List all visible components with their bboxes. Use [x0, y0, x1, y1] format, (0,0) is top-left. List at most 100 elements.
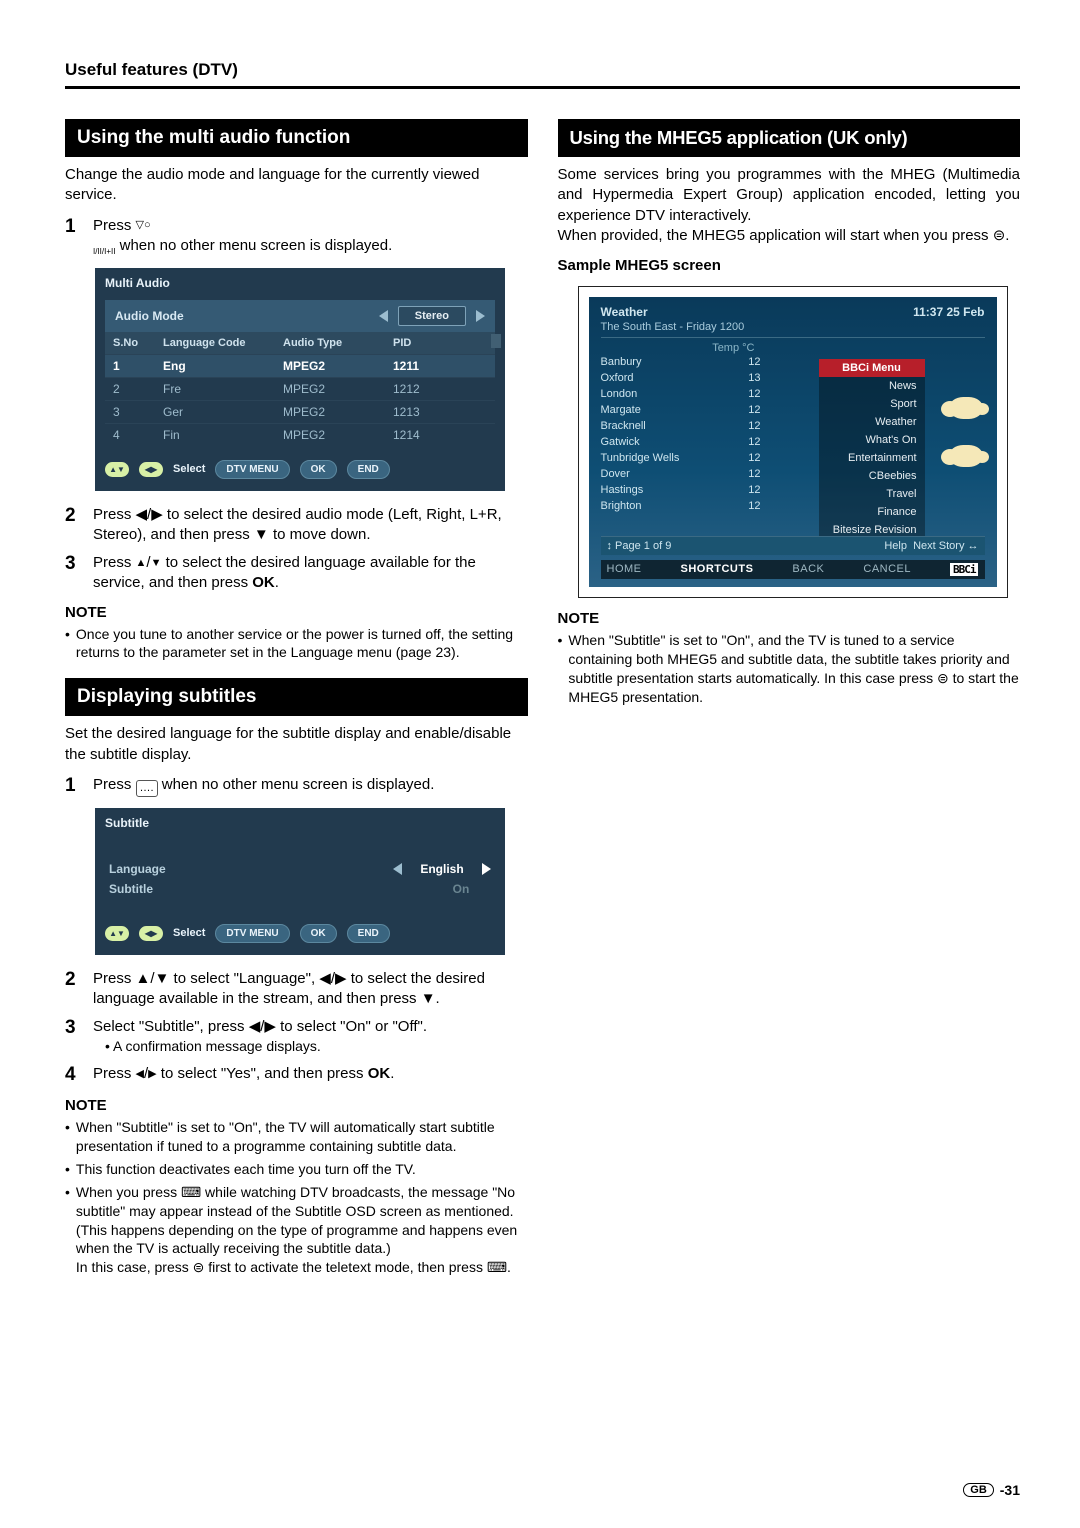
mheg-intro: Some services bring you programmes with … — [558, 165, 1021, 246]
section-mheg-heading: Using the MHEG5 application (UK only) — [558, 119, 1021, 157]
subtitle-value: On — [431, 882, 491, 896]
weather-icons — [949, 397, 983, 467]
col-pid: PID — [393, 337, 473, 349]
note-heading: NOTE — [65, 604, 528, 621]
scroll-indicator-icon — [491, 334, 501, 348]
note-item: When you press ⌨ while watching DTV broa… — [76, 1183, 528, 1277]
next-story[interactable]: Next Story ↔ — [913, 540, 978, 552]
cell: 4 — [113, 428, 163, 442]
list-item[interactable]: Travel — [819, 485, 925, 503]
end-button[interactable]: END — [347, 460, 390, 479]
audio-mode-icon-label: I/II/I+II — [93, 247, 115, 256]
mheg-sample-frame: Weather 11:37 25 Feb The South East - Fr… — [578, 286, 1008, 598]
page-header: Useful features (DTV) — [65, 60, 1020, 80]
mheg-col-hdr: Temp °C — [601, 342, 761, 354]
cancel-button[interactable]: CANCEL — [863, 563, 911, 576]
cloud-icon — [949, 445, 983, 467]
list-item[interactable]: Weather — [819, 413, 925, 431]
subtitle-panel: Subtitle Language English Subtitle On — [95, 808, 505, 955]
step-sub: A confirmation message displays. — [113, 1038, 321, 1054]
mheg-menu-header: BBCi Menu — [819, 359, 925, 377]
audio-mode-value[interactable]: Stereo — [398, 306, 466, 326]
chevron-right-icon[interactable] — [476, 310, 485, 322]
list-item: London12 — [601, 386, 761, 402]
table-row[interactable]: 3 Ger MPEG2 1213 — [105, 400, 495, 423]
subtitle-row-language[interactable]: Language English — [109, 862, 491, 876]
audio-mode-row: Audio Mode Stereo — [105, 300, 495, 332]
list-item[interactable]: CBeebies — [819, 467, 925, 485]
cloud-icon — [949, 397, 983, 419]
end-button[interactable]: END — [347, 924, 390, 943]
list-item: Hastings12 — [601, 482, 761, 498]
note-item: Once you tune to another service or the … — [76, 625, 528, 663]
cell: Fin — [163, 428, 283, 442]
table-row[interactable]: 2 Fre MPEG2 1212 — [105, 377, 495, 400]
dtv-menu-button[interactable]: DTV MENU — [215, 924, 289, 943]
list-item: Margate12 — [601, 402, 761, 418]
note-item: When "Subtitle" is set to "On", and the … — [568, 631, 1020, 707]
note-list: When "Subtitle" is set to "On", the TV w… — [65, 1118, 528, 1277]
ok-button[interactable]: OK — [300, 460, 337, 479]
audio-mode-label: Audio Mode — [115, 309, 184, 323]
page-number: -31 — [1000, 1482, 1020, 1498]
ok-button[interactable]: OK — [300, 924, 337, 943]
subtitles-intro: Set the desired language for the subtitl… — [65, 724, 528, 765]
language-value: English — [412, 862, 472, 876]
bbc-logo-icon: BBCi — [950, 563, 979, 576]
mheg-footer-2: HOME SHORTCUTS BACK CANCEL BBCi — [601, 560, 985, 579]
note-heading: NOTE — [65, 1097, 528, 1114]
step-number: 1 — [65, 775, 79, 798]
nav-leftright-icon[interactable]: ◀▶ — [139, 926, 163, 941]
table-row[interactable]: 1 Eng MPEG2 1211 — [105, 354, 495, 377]
sample-mheg-heading: Sample MHEG5 screen — [558, 256, 1021, 276]
note-item: When "Subtitle" is set to "On", the TV w… — [76, 1118, 528, 1156]
list-item[interactable]: Finance — [819, 503, 925, 521]
list-item: Bracknell12 — [601, 418, 761, 434]
note-list: Once you tune to another service or the … — [65, 625, 528, 663]
help-label[interactable]: Help — [884, 540, 907, 552]
step-body: Press ◀/▶ to select "Yes", and then pres… — [93, 1064, 528, 1087]
list-item: Tunbridge Wells12 — [601, 450, 761, 466]
nav-updown-icon[interactable]: ▲▼ — [105, 926, 129, 941]
list-item[interactable]: What's On — [819, 431, 925, 449]
dtv-menu-button[interactable]: DTV MENU — [215, 460, 289, 479]
home-button[interactable]: HOME — [607, 563, 642, 576]
chevron-left-icon[interactable] — [379, 310, 388, 322]
back-button[interactable]: BACK — [792, 563, 824, 576]
shortcuts-button[interactable]: SHORTCUTS — [680, 563, 753, 576]
multi-audio-panel: Multi Audio Audio Mode Stereo S.No Langu… — [95, 268, 505, 491]
list-item[interactable]: News — [819, 377, 925, 395]
col-atype: Audio Type — [283, 337, 393, 349]
col-sno: S.No — [113, 337, 163, 349]
multi-audio-step-2: 2 Press ◀/▶ to select the desired audio … — [65, 505, 528, 546]
multi-audio-intro: Change the audio mode and language for t… — [65, 165, 528, 206]
step-body: Press ▲/▼ to select the desired language… — [93, 553, 528, 594]
page-indicator: ↕ Page 1 of 9 — [607, 540, 672, 552]
subtitle-step-2: 2 Press ▲/▼ to select "Language", ◀/▶ to… — [65, 969, 528, 1010]
nav-updown-icon[interactable]: ▲▼ — [105, 462, 129, 477]
mheg-footer-1: ↕ Page 1 of 9 Help Next Story ↔ — [601, 536, 985, 555]
step-number: 2 — [65, 969, 79, 1010]
chevron-left-icon[interactable] — [393, 863, 402, 875]
step1-pre: Press — [93, 217, 131, 234]
multi-audio-step-1: 1 Press ▽○ I/II/I+II when no other menu … — [65, 216, 528, 258]
subtitle-step-1: 1 Press …. when no other menu screen is … — [65, 775, 528, 798]
subtitle-step-4: 4 Press ◀/▶ to select "Yes", and then pr… — [65, 1064, 528, 1087]
panel-title: Subtitle — [105, 816, 495, 830]
step-number: 2 — [65, 505, 79, 546]
mheg-title: Weather — [601, 305, 648, 319]
chevron-right-icon[interactable] — [482, 863, 491, 875]
cell: 1212 — [393, 382, 473, 396]
cell: MPEG2 — [283, 382, 393, 396]
list-item[interactable]: Entertainment — [819, 449, 925, 467]
txt: when no other menu screen is displayed. — [162, 776, 435, 793]
panel-footer: ▲▼ ◀▶ Select DTV MENU OK END — [105, 460, 495, 479]
subtitle-row-toggle[interactable]: Subtitle On — [109, 882, 491, 896]
mheg-side-menu: BBCi Menu News Sport Weather What's On E… — [819, 359, 925, 539]
step1-tail: when no other menu screen is displayed. — [120, 237, 393, 254]
nav-leftright-icon[interactable]: ◀▶ — [139, 462, 163, 477]
row-label: Language — [109, 862, 166, 876]
subtitle-step-3: 3 Select "Subtitle", press ◀/▶ to select… — [65, 1017, 528, 1056]
list-item[interactable]: Sport — [819, 395, 925, 413]
table-row[interactable]: 4 Fin MPEG2 1214 — [105, 423, 495, 446]
